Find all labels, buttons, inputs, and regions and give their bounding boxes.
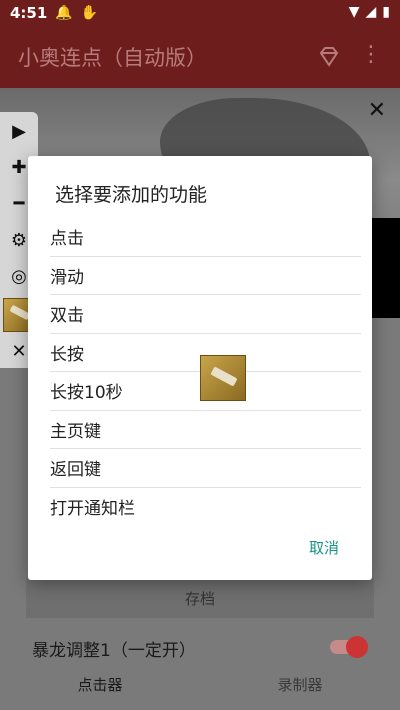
diamond-icon[interactable] — [316, 44, 342, 70]
tab-clicker[interactable]: 点击器 — [0, 658, 200, 710]
wifi-icon: ▼ — [348, 4, 360, 20]
image-dark-region — [372, 218, 400, 318]
status-bar: 4:51 🔔 ✋ ▼ ◢ ▮ — [0, 0, 400, 26]
close-icon[interactable]: ✕ — [368, 98, 386, 123]
bottom-navigation: 点击器 录制器 — [0, 658, 400, 710]
more-menu-icon[interactable]: ⋮ — [360, 42, 382, 67]
signal-icon: ◢ — [365, 4, 377, 20]
app-title: 小奥连点（自动版） — [18, 46, 207, 70]
setting-toggle[interactable] — [330, 636, 368, 658]
play-icon[interactable]: ▶ — [0, 114, 38, 148]
dialog-title: 选择要添加的功能 — [55, 184, 208, 206]
archive-button[interactable]: 存档 — [26, 578, 374, 618]
qq-notification-icon: 🔔 — [55, 5, 73, 21]
app-bar: 小奥连点（自动版） ⋮ — [0, 26, 400, 88]
list-item-home-key[interactable]: 主页键 — [50, 411, 361, 449]
list-item-swipe[interactable]: 滑动 — [50, 257, 361, 295]
list-item-back-key[interactable]: 返回键 — [50, 449, 361, 488]
list-item-open-notifications[interactable]: 打开通知栏 — [50, 488, 361, 526]
tab-recorder[interactable]: 录制器 — [200, 658, 400, 710]
status-time: 4:51 — [10, 4, 48, 22]
list-item-double-tap[interactable]: 双击 — [50, 295, 361, 334]
battery-icon: ▮ — [382, 4, 390, 20]
draggable-target-icon[interactable] — [200, 355, 246, 401]
cancel-button[interactable]: 取消 — [309, 537, 339, 558]
touch-gesture-icon: ✋ — [80, 5, 99, 21]
toggle-knob — [346, 636, 368, 658]
list-item-tap[interactable]: 点击 — [50, 218, 361, 257]
